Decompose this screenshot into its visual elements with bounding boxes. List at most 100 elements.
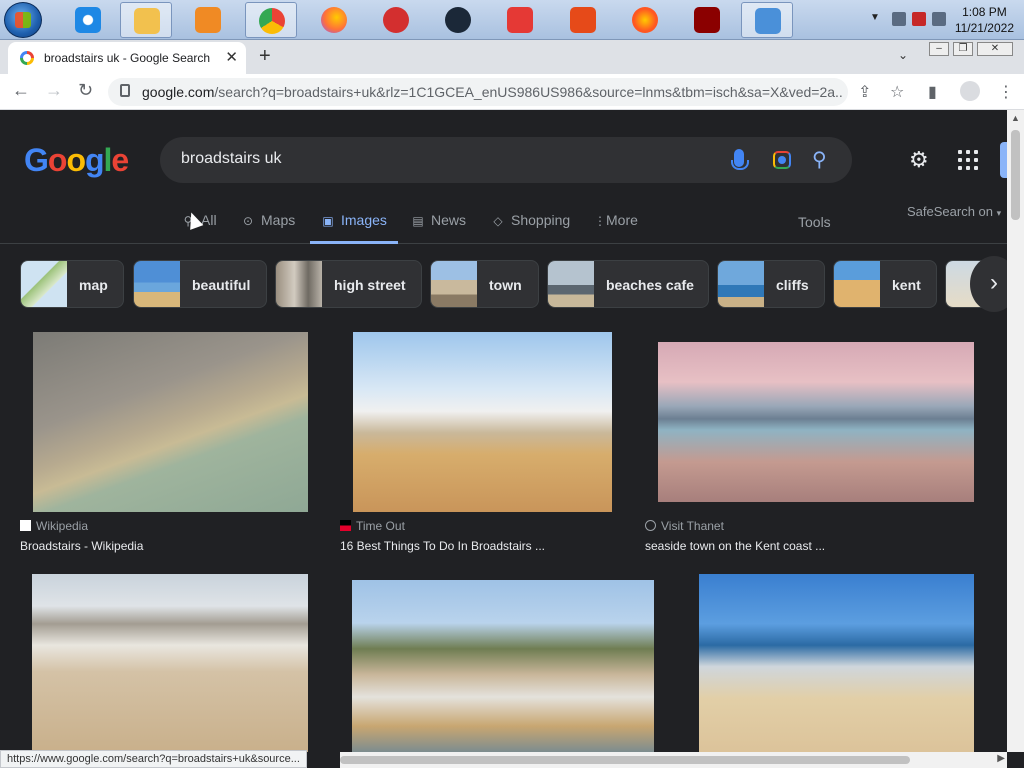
result-source[interactable]: Visit Thanet [645,519,724,533]
clock[interactable]: 1:08 PM 11/21/2022 [955,4,1014,36]
firefox-dev-icon [632,7,658,33]
chip-beaches-cafe[interactable]: beaches cafe [547,260,709,308]
result-image[interactable] [33,332,308,512]
chip-beautiful[interactable]: beautiful [133,260,267,308]
search-page: Google broadstairs uk ⚲ ⚙ ⚲ All ⊙ Maps ▣ Im… [0,110,1007,752]
result-caption[interactable]: 16 Best Things To Do In Broadstairs ... [340,539,545,553]
taskbar-media[interactable] [182,2,234,38]
close-tab-icon[interactable]: ✕ [225,48,238,66]
menu-icon[interactable]: ⋮ [998,82,1014,102]
result-source-label: Time Out [356,519,405,533]
chip-thumbnail [431,261,477,307]
chevron-down-icon: ▾ [996,208,1002,218]
result-image[interactable] [658,342,974,502]
news-icon: ▤ [412,214,424,228]
clock-time: 1:08 PM [962,5,1007,19]
timeout-icon [340,520,351,531]
chip-label: beautiful [192,277,251,293]
settings-gear-icon[interactable]: ⚙ [909,147,929,173]
url-path: /search?q=broadstairs+uk&rlz=1C1GCEA_enU… [214,84,842,100]
tab-maps[interactable]: ⊙ Maps [241,212,295,244]
scroll-up-icon[interactable]: ▲ [1011,113,1020,123]
search-box[interactable]: broadstairs uk ⚲ [160,137,852,183]
related-chips: map beautiful high street town beaches c… [20,260,1007,308]
taskbar-chrome[interactable] [245,2,297,38]
result-image[interactable] [32,574,308,752]
taskbar-ie[interactable] [62,2,114,38]
tray-expand-icon[interactable]: ▼ [870,12,880,23]
result-image[interactable] [352,580,654,752]
tab-images[interactable]: ▣ Images [310,212,398,244]
browser-tab[interactable]: broadstairs uk - Google Search ✕ [8,42,246,74]
taskbar-app[interactable] [557,2,609,38]
result-image[interactable] [353,332,612,512]
account-button[interactable] [1000,142,1007,178]
bookmark-star-icon[interactable]: ☆ [890,82,904,102]
browser-toolbar: ← → ↻ google.com/search?q=broadstairs+uk… [0,74,1024,110]
scroll-thumb[interactable] [340,756,910,764]
tab-news-label: News [431,212,467,228]
tab-news[interactable]: ▤ News [411,212,466,244]
chip-thumbnail [834,261,880,307]
taskbar-ccleaner[interactable] [370,2,422,38]
horizontal-scrollbar[interactable]: ▶ [340,752,1007,768]
result-source[interactable]: Wikipedia [20,519,88,533]
volume-icon[interactable] [932,12,946,26]
chip-map[interactable]: map [20,260,124,308]
side-panel-icon[interactable]: ▮ [928,82,937,102]
new-tab-button[interactable]: + [259,45,271,68]
taskbar-firefox-dev[interactable] [619,2,671,38]
start-button[interactable] [4,2,42,38]
chip-kent[interactable]: kent [833,260,937,308]
scroll-right-icon[interactable]: ▶ [997,753,1005,764]
chip-town[interactable]: town [430,260,539,308]
app-red-icon [570,7,596,33]
google-logo[interactable]: Google [24,142,129,179]
close-window-button[interactable]: ✕ [977,42,1013,56]
scroll-thumb[interactable] [1011,130,1020,220]
network-icon[interactable] [892,12,906,26]
search-input[interactable]: broadstairs uk [181,150,282,168]
chip-label: cliffs [776,277,809,293]
acrobat-icon [507,7,533,33]
system-tray: ▼ 1:08 PM 11/21/2022 [834,0,1024,40]
result-source[interactable]: Time Out [340,519,405,533]
result-caption[interactable]: Broadstairs - Wikipedia [20,539,143,553]
result-image[interactable] [699,574,974,752]
reload-icon[interactable]: ↻ [78,80,93,101]
search-icon[interactable]: ⚲ [812,147,827,172]
chip-cliffs[interactable]: cliffs [717,260,825,308]
camera-lens-icon[interactable] [773,151,791,169]
taskbar-firefox[interactable] [308,2,360,38]
minimize-button[interactable]: – [929,42,949,56]
tab-search-icon[interactable]: ⌄ [898,48,908,62]
tab-strip: broadstairs uk - Google Search ✕ [0,40,1024,74]
chip-high-street[interactable]: high street [275,260,422,308]
taskbar-flash[interactable] [681,2,733,38]
ie-icon [75,7,101,33]
taskbar-steam[interactable] [432,2,484,38]
forward-icon[interactable]: → [45,80,63,101]
tools-button[interactable]: Tools [798,214,831,230]
power-icon[interactable] [912,12,926,26]
result-source-label: Visit Thanet [661,519,724,533]
result-caption[interactable]: seaside town on the Kent coast ... [645,539,825,553]
tab-more[interactable]: ⋮More [594,212,638,244]
tab-images-label: Images [341,212,387,228]
chip-thumbnail [276,261,322,307]
taskbar-acrobat[interactable] [494,2,546,38]
taskbar-explorer[interactable] [120,2,172,38]
microphone-icon[interactable] [731,149,749,170]
tab-shopping[interactable]: ◇ Shopping [491,212,570,244]
address-bar[interactable]: google.com/search?q=broadstairs+uk&rlz=1… [108,78,848,106]
google-apps-icon[interactable] [958,150,978,170]
vertical-scrollbar[interactable]: ▲ [1007,110,1024,752]
back-icon[interactable]: ← [12,80,30,101]
safesearch-toggle[interactable]: SafeSearch on ▾ [907,204,1001,219]
restore-button[interactable]: ❐ [953,42,973,56]
taskbar-control-panel[interactable] [741,2,793,38]
chip-thumbnail [718,261,764,307]
globe-icon [645,520,656,531]
share-icon[interactable]: ⇪ [858,82,871,102]
profile-icon[interactable] [960,81,980,101]
